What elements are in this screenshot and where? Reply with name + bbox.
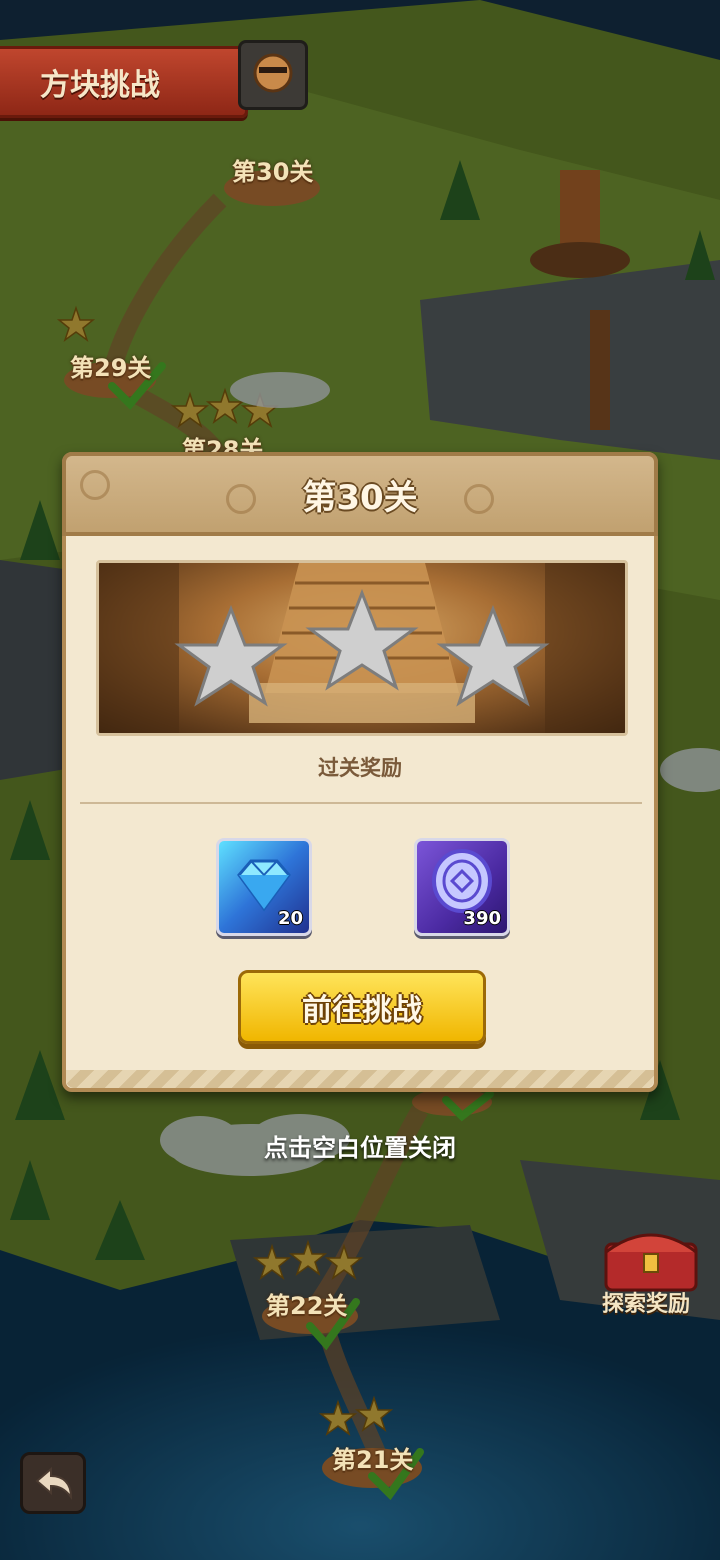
go-challenge-label: 前往挑战	[302, 993, 422, 1028]
boss-avatar-icon[interactable]	[238, 40, 308, 110]
dialog-header: 第30关	[62, 452, 658, 536]
corner-ornament	[464, 484, 494, 514]
level-dialog: 第30关 过关奖励 20 390 前往挑战	[62, 452, 658, 1092]
page-title: 方块挑战	[40, 68, 160, 103]
dialog-bottom-band	[66, 1070, 654, 1088]
stage-preview-image	[96, 560, 628, 736]
reward-item-diamond[interactable]: 20	[216, 838, 312, 936]
map-node-label[interactable]: 第29关	[70, 348, 151, 383]
dialog-title: 第30关	[302, 477, 418, 518]
reward-count: 390	[463, 908, 501, 929]
reward-section-label: 过关奖励	[318, 756, 402, 780]
map-node-label[interactable]: 第30关	[232, 152, 313, 187]
corner-ornament	[226, 484, 256, 514]
explore-reward-label[interactable]: 探索奖励	[602, 1286, 690, 1318]
back-arrow-icon	[35, 1466, 73, 1501]
go-challenge-button[interactable]: 前往挑战	[238, 970, 486, 1044]
corner-ornament	[80, 470, 110, 500]
reward-count: 20	[277, 908, 303, 929]
back-button[interactable]	[20, 1452, 86, 1514]
close-hint: 点击空白位置关闭	[264, 1134, 456, 1162]
map-node-label[interactable]: 第21关	[332, 1440, 413, 1475]
reward-item-coin[interactable]: 390	[414, 838, 510, 936]
divider	[80, 802, 642, 804]
map-node-label[interactable]: 第22关	[266, 1286, 347, 1321]
